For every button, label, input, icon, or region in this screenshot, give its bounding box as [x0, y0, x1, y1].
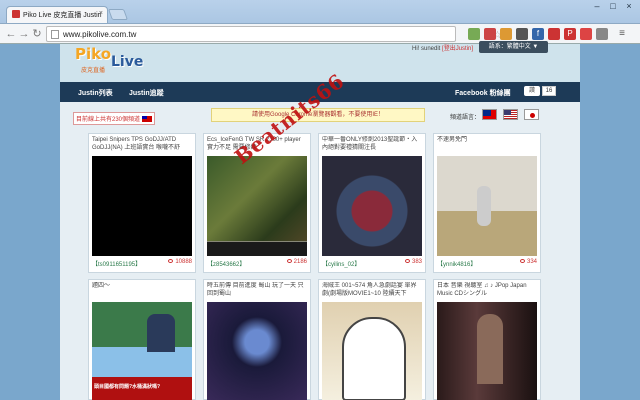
stream-thumbnail[interactable]: [207, 302, 307, 400]
page-icon: [51, 30, 59, 39]
logo-subtitle: 皮克直播: [81, 68, 106, 74]
stream-card[interactable]: 題四～ 頭目國都有問題?水桶滿狀嗎?: [88, 279, 196, 400]
viewer-count-value: 2186: [293, 259, 307, 265]
address-bar[interactable]: www.pikolive.com.tw ☆: [46, 26, 502, 42]
stream-thumbnail[interactable]: [92, 156, 192, 256]
facebook-fanpage-link[interactable]: Facebook 粉絲團: [455, 88, 511, 98]
user-info: Hi! sunedit [登出Justin]: [412, 43, 473, 52]
us-flag-button[interactable]: [503, 109, 518, 120]
stream-channel[interactable]: 【cyilins_02】: [322, 259, 360, 268]
stream-thumbnail[interactable]: 頭目國都有問題?水桶滿狀嗎?: [92, 302, 192, 400]
url-text: www.pikolive.com.tw: [63, 30, 137, 39]
stream-card[interactable]: 時五前傳 目前進度 蜀山 玩了一天 只回到蜀山: [203, 279, 311, 400]
new-tab-button[interactable]: [107, 9, 129, 20]
viewer-count-value: 10888: [175, 259, 192, 265]
menu-icon[interactable]: ≡: [616, 28, 628, 40]
browser-tab[interactable]: Piko Live 皮克直播 Justin ×: [6, 6, 108, 23]
stream-thumbnail[interactable]: [322, 302, 422, 400]
extension-icon-1[interactable]: [468, 28, 480, 40]
live-count-text: 目前線上共有230個頻道: [76, 117, 141, 123]
tab-title: Piko Live 皮克直播 Justin: [23, 12, 102, 19]
stream-channel[interactable]: 【ts0911651195】: [92, 259, 141, 268]
viewer-count-value: 334: [526, 259, 537, 265]
viewers-icon: [519, 259, 525, 263]
site-favicon-icon: [12, 10, 20, 18]
back-arrow-icon[interactable]: ←: [4, 27, 18, 41]
tab-close-icon[interactable]: ×: [99, 10, 103, 17]
pinterest-extension-icon[interactable]: P: [564, 28, 576, 40]
stream-card[interactable]: 中華一番ONLY修劍2013聖誕節・入內絕對要禮猜關注長 【cyilins_02…: [318, 133, 426, 273]
viewers-icon: [404, 259, 410, 263]
viewer-count: 2186: [286, 259, 307, 265]
viewer-count: 10888: [168, 259, 192, 265]
extension-icon-9[interactable]: [596, 28, 608, 40]
minimize-icon[interactable]: –: [590, 2, 604, 12]
stream-thumbnail[interactable]: [437, 302, 537, 400]
stream-card[interactable]: Taipei Snipers TPS GoDJJ/ATD GoDJJ(NA) 上…: [88, 133, 196, 273]
viewer-count-value: 383: [411, 259, 422, 265]
extension-icon-4[interactable]: [516, 28, 528, 40]
like-count: 16: [542, 86, 556, 96]
taiwan-flag-button[interactable]: [482, 109, 497, 120]
viewer-count: 383: [404, 259, 422, 265]
thumbnail-overlay-text: 頭目國都有問題?水桶滿狀嗎?: [94, 384, 161, 390]
user-greeting: Hi! sunedit: [412, 46, 441, 52]
piko-live-logo[interactable]: Piko Live 皮克直播: [75, 45, 147, 75]
extension-icon-6[interactable]: [548, 28, 560, 40]
extension-icon-2[interactable]: [484, 28, 496, 40]
viewer-count: 334: [519, 259, 537, 265]
like-button[interactable]: 讚: [524, 86, 540, 96]
stream-card[interactable]: 海賊王 001~574 角人急劇話宴 單界劇(劇場版MOVIE1~10 陸續天下: [318, 279, 426, 400]
close-icon[interactable]: ×: [622, 2, 636, 12]
logout-link[interactable]: [登出Justin]: [442, 46, 473, 52]
viewers-icon: [286, 259, 292, 263]
stream-channel[interactable]: 【ynnik4816】: [437, 259, 476, 268]
logo-piko: Piko: [75, 45, 112, 63]
nav-justin-list[interactable]: Justin列表: [78, 88, 113, 98]
stream-card[interactable]: 日本 音樂 視聽室 ♫ ♪ JPop Japan Music CDシングル: [433, 279, 541, 400]
reload-icon[interactable]: ↻: [30, 27, 44, 41]
taiwan-flag-icon: [142, 116, 153, 122]
stream-thumbnail[interactable]: [207, 156, 307, 256]
maximize-icon[interactable]: □: [606, 2, 620, 12]
extension-icon-3[interactable]: [500, 28, 512, 40]
extension-icon-8[interactable]: [580, 28, 592, 40]
logo-live: Live: [111, 54, 144, 70]
stream-channel[interactable]: 【z8543662】: [207, 259, 245, 268]
stream-card[interactable]: 不速男免門 【ynnik4816】 334: [433, 133, 541, 273]
nav-justin-follow[interactable]: Justin追蹤: [129, 88, 164, 98]
stream-thumbnail[interactable]: [322, 156, 422, 256]
live-channel-count: 目前線上共有230個頻道: [73, 112, 156, 125]
stream-thumbnail[interactable]: [437, 156, 537, 256]
language-button[interactable]: 語系：繁體中文 ▼: [479, 41, 548, 53]
forward-arrow-icon[interactable]: →: [17, 27, 31, 41]
channel-language-label: 頻道語言：: [450, 115, 481, 121]
japan-flag-button[interactable]: [524, 109, 539, 120]
facebook-extension-icon[interactable]: f: [532, 28, 544, 40]
viewers-icon: [168, 259, 174, 263]
